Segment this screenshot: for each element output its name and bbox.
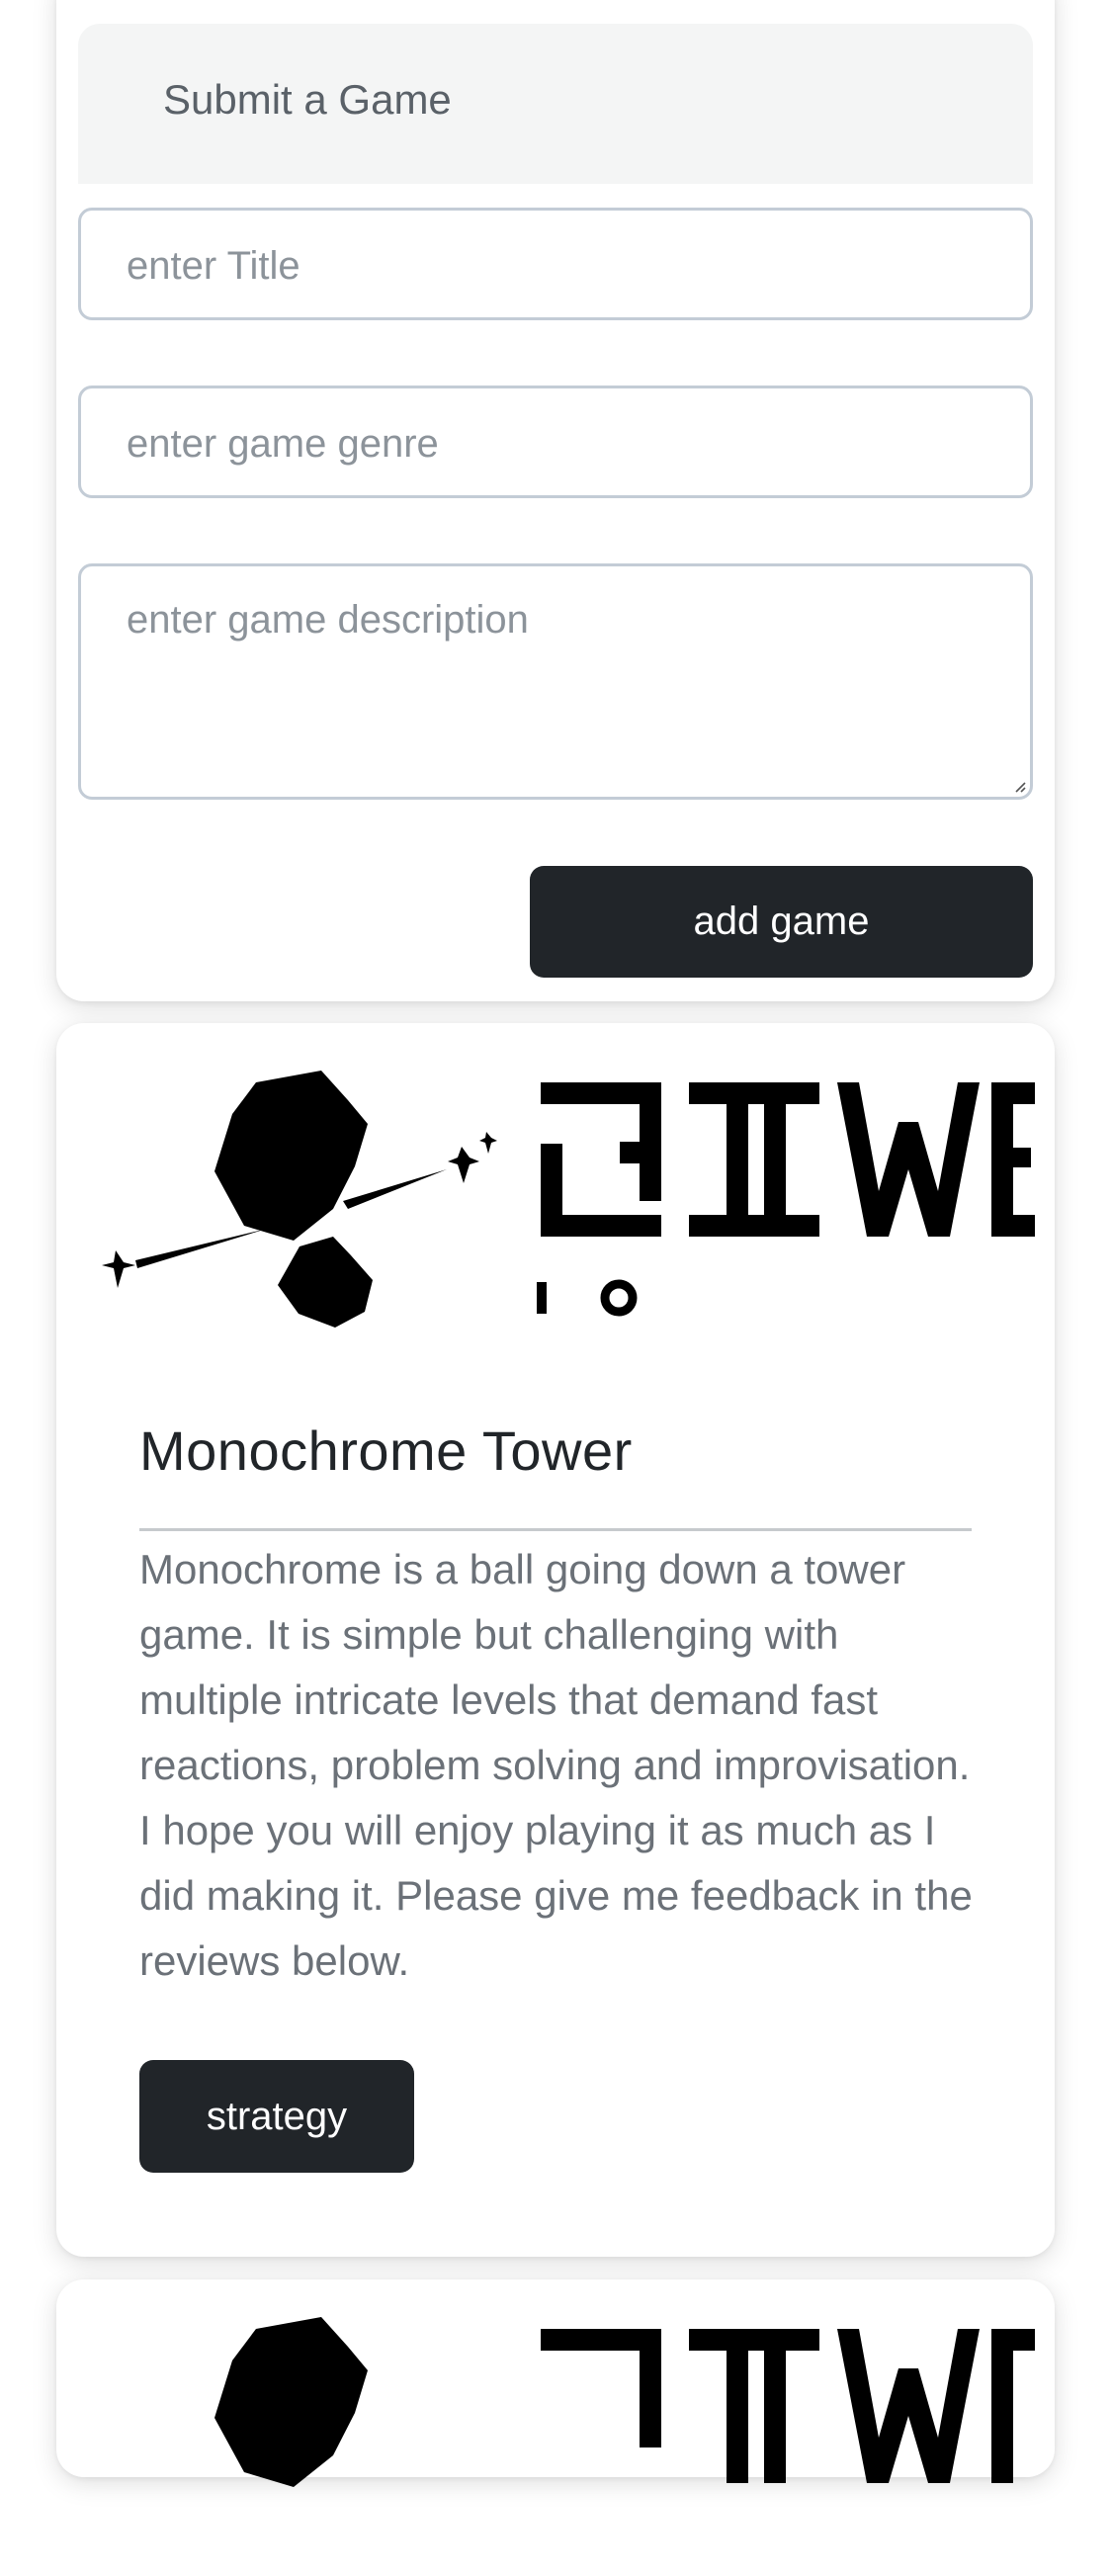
title-input[interactable]: enter Title	[78, 208, 1033, 320]
submit-game-card: Submit a Game enter Title enter game gen…	[56, 0, 1055, 1001]
genre-placeholder: enter game genre	[127, 422, 439, 466]
game-description: Monochrome is a ball going down a tower …	[139, 1546, 973, 1984]
description-textarea[interactable]: enter game description	[78, 563, 1033, 800]
game-logo	[214, 2317, 1035, 2487]
resize-grip-icon[interactable]	[1012, 779, 1026, 793]
title-divider	[139, 1528, 972, 1531]
description-placeholder: enter game description	[127, 598, 529, 642]
game-card	[56, 2279, 1055, 2487]
form-header: Submit a Game	[78, 24, 1033, 184]
game-logo	[102, 1071, 1035, 1328]
genre-badge[interactable]: strategy	[139, 2060, 414, 2173]
form-header-title: Submit a Game	[163, 76, 452, 123]
game-title: Monochrome Tower	[139, 1419, 633, 1482]
genre-input[interactable]: enter game genre	[78, 386, 1033, 498]
add-game-button[interactable]: add game	[530, 866, 1033, 978]
game-card: Monochrome Tower Monochrome is a ball go…	[56, 1023, 1055, 2257]
title-placeholder: enter Title	[127, 244, 300, 288]
